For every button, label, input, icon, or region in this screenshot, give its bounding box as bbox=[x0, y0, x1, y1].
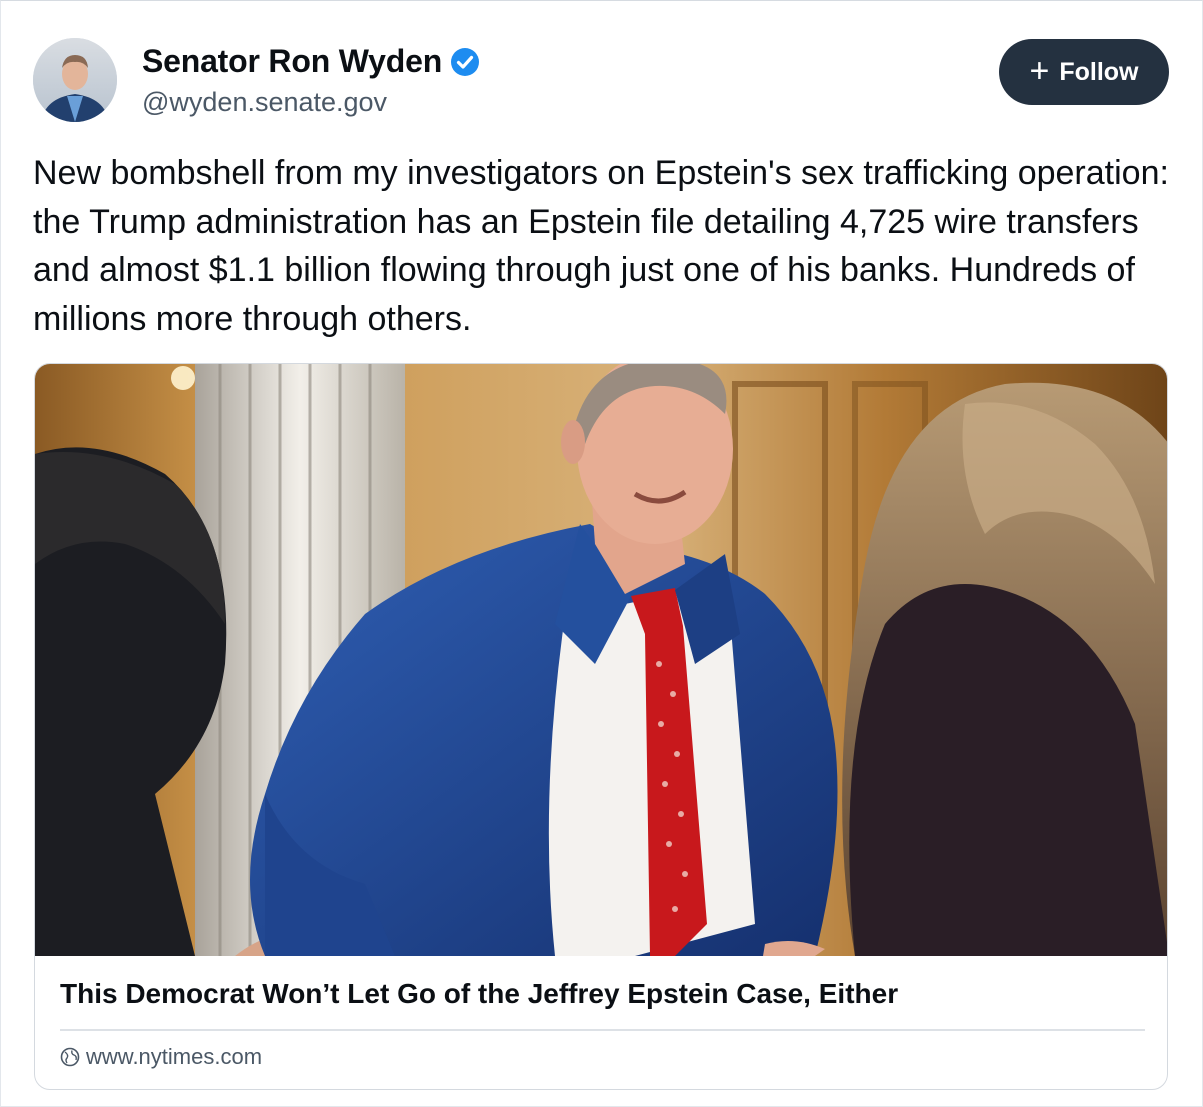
plus-icon: + bbox=[1029, 51, 1050, 90]
link-card-title[interactable]: This Democrat Won’t Let Go of the Jeffre… bbox=[60, 978, 1145, 1010]
post-text: New bombshell from my investigators on E… bbox=[33, 154, 1169, 338]
author-display-name[interactable]: Senator Ron Wyden bbox=[142, 43, 480, 80]
follow-button[interactable]: + Follow bbox=[999, 39, 1169, 105]
card-divider bbox=[60, 1029, 1145, 1031]
link-preview-image[interactable] bbox=[35, 364, 1167, 956]
verified-badge-icon bbox=[450, 47, 480, 77]
follow-label: Follow bbox=[1059, 57, 1139, 86]
globe-icon bbox=[60, 1047, 80, 1067]
link-card-source[interactable]: www.nytimes.com bbox=[60, 1044, 262, 1070]
author-handle[interactable]: @wyden.senate.gov bbox=[142, 87, 387, 118]
post-card: Senator Ron Wyden @wyden.senate.gov + Fo… bbox=[0, 0, 1203, 1107]
link-preview-card[interactable]: This Democrat Won’t Let Go of the Jeffre… bbox=[34, 363, 1168, 1090]
link-source-domain[interactable]: www.nytimes.com bbox=[86, 1044, 262, 1070]
author-name-text[interactable]: Senator Ron Wyden bbox=[142, 43, 442, 80]
author-avatar[interactable] bbox=[33, 38, 117, 122]
